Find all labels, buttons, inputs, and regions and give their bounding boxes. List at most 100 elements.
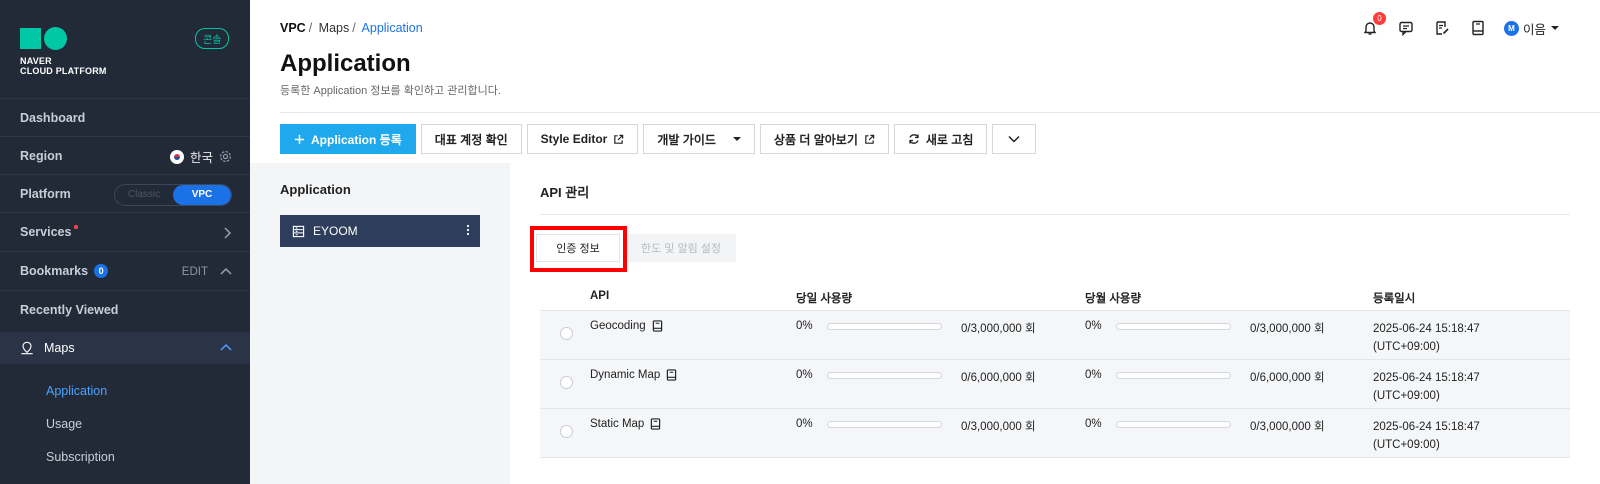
application-item-eyoom[interactable]: EYOOM: [280, 215, 480, 247]
platform-option-classic[interactable]: Classic: [115, 185, 173, 205]
external-link-icon: [614, 134, 624, 144]
gear-icon[interactable]: [219, 150, 232, 163]
bookmarks-count-badge: 0: [94, 264, 109, 278]
monthly-usage-percent: 0%: [1085, 418, 1102, 430]
refresh-button[interactable]: 새로 고침: [893, 124, 988, 154]
style-editor-button[interactable]: Style Editor: [526, 124, 639, 154]
api-management-title: API 관리: [540, 185, 590, 200]
korea-flag-icon: [169, 149, 184, 164]
table-header: API 당일 사용량 당월 사용량 등록일시: [540, 281, 1570, 311]
guide-book-button[interactable]: [1468, 18, 1488, 38]
memo-button[interactable]: [1432, 18, 1452, 38]
row-select-radio[interactable]: [560, 327, 573, 340]
sidebar-subitem-usage[interactable]: Usage: [46, 417, 82, 431]
sidebar-subitem-subscription[interactable]: Subscription: [46, 450, 115, 464]
user-name: 이음: [1522, 22, 1546, 37]
chevron-up-icon[interactable]: [220, 267, 232, 277]
notification-button[interactable]: 0: [1360, 12, 1386, 38]
sidebar: NAVER CLOUD PLATFORM 콘솔 Dashboard Region…: [0, 0, 250, 484]
sidebar-item-platform: Platform Classic VPC: [0, 174, 250, 213]
breadcrumb-application[interactable]: Application: [362, 21, 423, 35]
api-name-cell: Geocoding: [590, 320, 663, 332]
table-row[interactable]: Geocoding 0% 0/3,000,000 회 0% 0/3,000,00…: [540, 311, 1570, 360]
monthly-usage-limit: 0/3,000,000 회: [1250, 323, 1325, 335]
platform-toggle[interactable]: Classic VPC: [114, 183, 232, 206]
console-badge[interactable]: 콘솔: [195, 28, 230, 49]
column-registered-date: 등록일시: [1373, 293, 1416, 305]
book-icon[interactable]: [666, 369, 677, 381]
notification-count-badge: 0: [1372, 12, 1386, 25]
naver-cloud-logo[interactable]: NAVER CLOUD PLATFORM: [20, 27, 107, 76]
sidebar-item-maps[interactable]: Maps: [0, 332, 250, 364]
row-select-radio[interactable]: [560, 376, 573, 389]
row-select-radio[interactable]: [560, 425, 573, 438]
breadcrumb-maps[interactable]: Maps: [319, 21, 350, 35]
daily-usage-percent: 0%: [796, 369, 813, 381]
monthly-usage-bar: [1116, 372, 1231, 379]
api-table: API 당일 사용량 당월 사용량 등록일시 Geocoding 0% 0/3,…: [540, 281, 1570, 458]
breadcrumb-vpc[interactable]: VPC: [280, 21, 306, 35]
style-editor-label: Style Editor: [540, 132, 608, 146]
daily-usage-limit: 0/3,000,000 회: [961, 323, 1036, 335]
bookmarks-edit-link[interactable]: EDIT: [182, 266, 208, 278]
services-label: Services: [20, 225, 72, 239]
sidebar-item-dashboard[interactable]: Dashboard: [0, 98, 250, 137]
book-icon[interactable]: [650, 418, 661, 430]
user-avatar: M: [1503, 20, 1519, 36]
table-row[interactable]: Static Map 0% 0/3,000,000 회 0% 0/3,000,0…: [540, 409, 1570, 458]
column-api: API: [590, 290, 610, 302]
column-monthly-usage: 당월 사용량: [1085, 293, 1142, 305]
sidebar-item-recently-viewed[interactable]: Recently Viewed: [0, 290, 250, 329]
platform-option-vpc[interactable]: VPC: [173, 184, 231, 205]
application-list-panel: [250, 163, 510, 484]
column-daily-usage: 당일 사용량: [796, 293, 853, 305]
highlight-box: [530, 226, 627, 272]
daily-usage-limit: 0/3,000,000 회: [961, 421, 1036, 433]
bookmarks-label: Bookmarks: [20, 264, 89, 278]
sidebar-item-services[interactable]: Services: [0, 212, 250, 251]
kebab-menu-icon[interactable]: [466, 223, 470, 237]
monthly-usage-bar: [1116, 421, 1231, 428]
api-name-cell: Static Map: [590, 418, 661, 430]
chevron-up-icon[interactable]: [220, 343, 232, 353]
book-icon[interactable]: [652, 320, 663, 332]
chat-icon: [1399, 21, 1413, 36]
application-list-title: Application: [280, 182, 351, 197]
table-row[interactable]: Dynamic Map 0% 0/6,000,000 회 0% 0/6,000,…: [540, 360, 1570, 409]
external-link-icon: [865, 134, 875, 144]
new-dot-icon: [74, 225, 79, 229]
learn-more-button[interactable]: 상품 더 알아보기: [759, 124, 889, 154]
registered-timezone: (UTC+09:00): [1373, 439, 1440, 451]
dev-guide-dropdown[interactable]: 개발 가이드: [643, 124, 755, 154]
api-name: Static Map: [590, 418, 645, 430]
api-name-cell: Dynamic Map: [590, 369, 677, 381]
sidebar-subitem-application[interactable]: Application: [46, 384, 107, 398]
tab-limit-alert-settings[interactable]: 한도 및 알림 설정: [626, 234, 736, 262]
registered-date: 2025-06-24 15:18:47: [1373, 323, 1480, 335]
plus-icon: [294, 134, 305, 144]
chat-button[interactable]: [1396, 18, 1416, 38]
api-name: Geocoding: [590, 320, 646, 332]
chevron-down-icon: [1008, 135, 1020, 143]
monthly-usage-percent: 0%: [1085, 369, 1102, 381]
user-menu[interactable]: M 이음: [1503, 19, 1560, 38]
memo-edit-icon: [1436, 21, 1449, 35]
register-label: Application 등록: [311, 132, 402, 147]
application-register-button[interactable]: Application 등록: [280, 124, 416, 154]
logo-mark: [20, 27, 107, 50]
rep-account-button[interactable]: 대표 계정 확인: [420, 124, 522, 154]
sidebar-item-bookmarks[interactable]: Bookmarks 0 EDIT: [0, 251, 250, 290]
rep-account-label: 대표 계정 확인: [434, 132, 508, 147]
header-divider: [280, 112, 1600, 113]
book-icon: [1472, 20, 1484, 36]
daily-usage-bar: [827, 372, 942, 379]
region-value[interactable]: 한국: [190, 147, 213, 166]
toolbar: Application 등록 대표 계정 확인 Style Editor 개발 …: [280, 124, 1037, 154]
page-title: Application: [280, 50, 411, 77]
region-label: Region: [20, 149, 63, 163]
more-dropdown-button[interactable]: [992, 124, 1037, 154]
top-icons: 0 M 이음: [1360, 12, 1560, 38]
caret-down-icon: [732, 137, 741, 141]
map-icon: [21, 341, 33, 355]
sidebar-item-region: Region 한국: [0, 136, 250, 175]
